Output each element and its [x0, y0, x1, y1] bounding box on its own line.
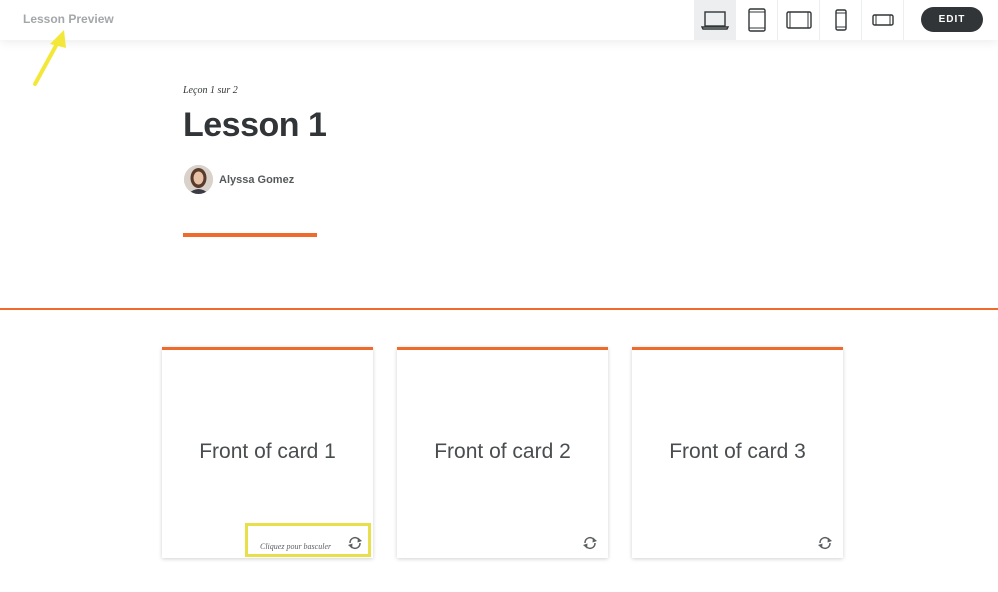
author-info: Alyssa Gomez — [184, 165, 294, 194]
annotation-arrow-icon — [33, 30, 66, 86]
flip-hint-text: Cliquez pour basculer — [260, 542, 332, 551]
flashcard-2[interactable]: Front of card 2 — [397, 347, 608, 558]
laptop-view-button[interactable] — [694, 0, 736, 40]
tablet-portrait-view-button[interactable] — [736, 0, 778, 40]
phone-portrait-icon — [834, 9, 847, 31]
phone-landscape-view-button[interactable] — [862, 0, 904, 40]
flip-icon[interactable] — [346, 536, 364, 550]
flip-icon[interactable] — [816, 536, 834, 550]
avatar — [184, 165, 213, 194]
author-name: Alyssa Gomez — [219, 173, 295, 186]
device-switcher — [694, 0, 904, 40]
phone-portrait-view-button[interactable] — [820, 0, 862, 40]
flashcard-front-text: Front of card 2 — [434, 440, 571, 463]
section-divider — [0, 308, 998, 310]
title-accent-line — [183, 233, 317, 237]
laptop-icon — [700, 11, 729, 30]
preview-toolbar: Lesson Preview EDIT — [0, 0, 998, 40]
tablet-portrait-icon — [747, 8, 766, 32]
phone-landscape-icon — [871, 14, 894, 26]
tablet-landscape-view-button[interactable] — [778, 0, 820, 40]
preview-title: Lesson Preview — [23, 12, 114, 26]
flashcard-front-text: Front of card 1 — [199, 440, 336, 463]
flashcard-3[interactable]: Front of card 3 — [632, 347, 843, 558]
flashcard-front-text: Front of card 3 — [669, 440, 806, 463]
lesson-count: Leçon 1 sur 2 — [183, 85, 238, 96]
lesson-title: Lesson 1 — [183, 106, 327, 144]
edit-button[interactable]: EDIT — [921, 7, 983, 32]
tablet-landscape-icon — [785, 11, 812, 29]
flip-icon[interactable] — [581, 536, 599, 550]
flashcard-1[interactable]: Front of card 1 Cliquez pour basculer — [162, 347, 373, 558]
